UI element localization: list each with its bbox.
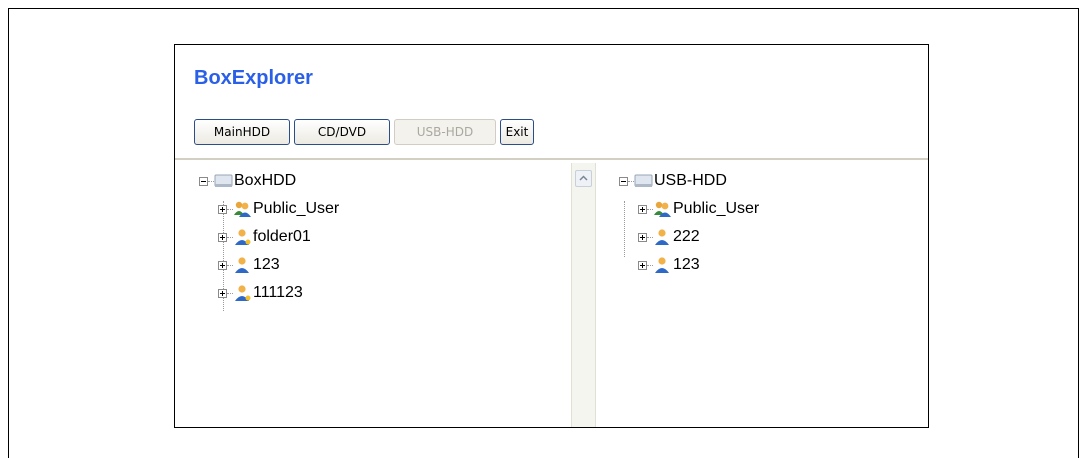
expand-icon[interactable] [218,232,227,242]
tree-guide-line [624,201,625,257]
group-users-icon [653,200,672,218]
left-pane-scrollbar[interactable] [571,163,596,427]
expand-icon[interactable] [218,288,227,298]
right-tree-pane: USB-HDD Public_User 222 123 [597,163,928,427]
left-tree-item-label: folder01 [253,228,311,245]
expand-icon[interactable] [638,204,647,214]
right-tree-root[interactable]: USB-HDD [619,170,727,192]
right-tree-item-label: 222 [673,228,700,245]
group-users-icon [233,200,252,218]
user-icon [233,256,252,274]
hard-drive-icon [214,172,233,190]
hard-drive-icon [634,172,653,190]
app-title: BoxExplorer [194,67,313,89]
user-shared-icon [233,284,252,302]
usb-hdd-button: USB-HDD [394,119,496,145]
toolbar-divider [175,158,928,160]
user-icon [653,256,672,274]
left-tree-item[interactable]: 111123 [218,282,303,304]
main-hdd-button[interactable]: MainHDD [194,119,290,145]
expand-icon[interactable] [218,204,227,214]
left-tree-item[interactable]: folder01 [218,226,311,248]
left-tree-pane: BoxHDD Public_User folder01 123 111123 [175,163,571,427]
right-tree-root-label: USB-HDD [654,172,727,189]
expand-icon[interactable] [638,232,647,242]
left-tree-root[interactable]: BoxHDD [199,170,296,192]
box-explorer-window: BoxExplorer MainHDD CD/DVD USB-HDD Exit … [174,44,929,428]
left-tree-item[interactable]: Public_User [218,198,339,220]
left-tree-item[interactable]: 123 [218,254,280,276]
right-tree-item[interactable]: 123 [638,254,700,276]
expand-icon[interactable] [218,260,227,270]
right-tree-item[interactable]: Public_User [638,198,759,220]
user-shared-icon [233,228,252,246]
left-tree-item-label: Public_User [253,200,340,217]
right-tree-item-label: Public_User [673,200,760,217]
collapse-icon[interactable] [199,176,208,186]
scroll-up-button[interactable] [575,170,592,187]
cd-dvd-button[interactable]: CD/DVD [294,119,390,145]
toolbar: MainHDD CD/DVD USB-HDD Exit [194,119,534,145]
collapse-icon[interactable] [619,176,628,186]
right-tree-item-label: 123 [673,256,700,273]
left-tree-root-label: BoxHDD [234,172,297,189]
left-tree-item-label: 123 [253,256,280,273]
right-tree-item[interactable]: 222 [638,226,700,248]
left-tree-item-label: 111123 [253,284,303,301]
chevron-up-icon [579,175,588,181]
user-icon [653,228,672,246]
expand-icon[interactable] [638,260,647,270]
exit-button[interactable]: Exit [500,119,534,145]
